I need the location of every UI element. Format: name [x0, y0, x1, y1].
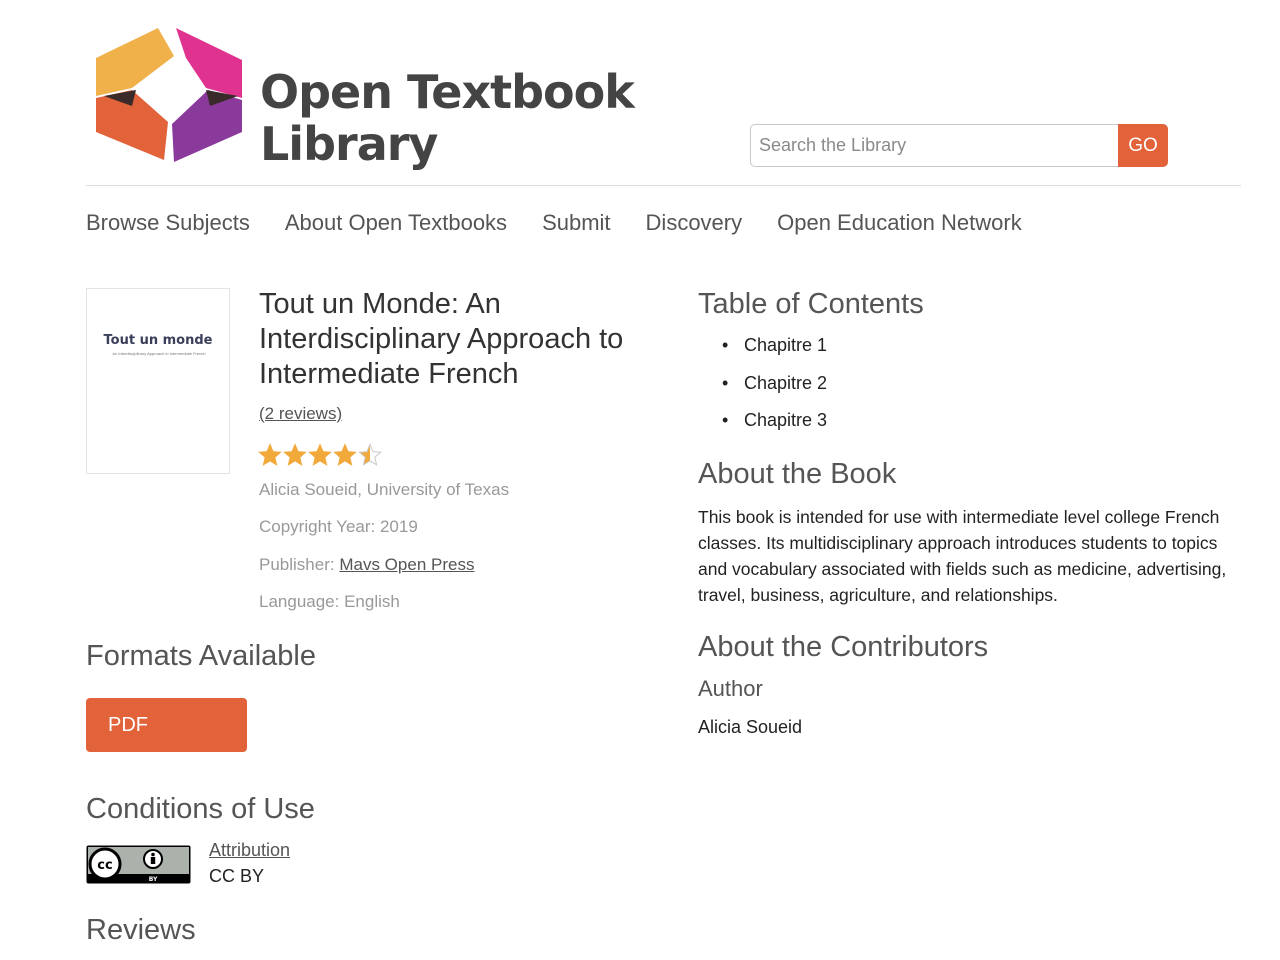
nav-submit[interactable]: Submit	[542, 210, 610, 236]
nav-browse-subjects[interactable]: Browse Subjects	[86, 210, 250, 236]
search-input[interactable]	[750, 124, 1118, 167]
logo-line-1: Open Textbook	[260, 65, 635, 119]
bullet-icon: •	[722, 335, 729, 355]
book-cover[interactable]: Tout un monde An Interdisciplinary Appro…	[86, 288, 230, 474]
toc-item[interactable]: • Chapitre 1	[722, 333, 828, 357]
site-logo-text[interactable]: Open Textbook Library	[260, 65, 635, 171]
copyright-year: Copyright Year: 2019	[259, 517, 418, 536]
book-title: Tout un Monde: An Interdisciplinary Appr…	[259, 288, 624, 390]
toc-item[interactable]: • Chapitre 2	[722, 371, 828, 395]
conditions-heading: Conditions of Use	[86, 793, 315, 825]
search-go-button[interactable]: GO	[1118, 124, 1168, 167]
nav-open-education-network[interactable]: Open Education Network	[777, 210, 1022, 236]
about-book-text: This book is intended for use with inter…	[698, 507, 1227, 605]
license-attribution-link[interactable]: Attribution	[209, 840, 290, 861]
reviews-heading: Reviews	[86, 914, 196, 946]
publisher-link[interactable]: Mavs Open Press	[339, 555, 474, 574]
cover-subtitle: An Interdisciplinary Approach to Interme…	[112, 351, 206, 356]
cover-title: Tout un monde	[103, 333, 213, 348]
star-half-icon	[358, 443, 382, 466]
pdf-download-button[interactable]: PDF	[86, 698, 247, 752]
contributor-role: Author	[698, 676, 763, 701]
formats-heading: Formats Available	[86, 640, 316, 672]
star-rating	[258, 443, 383, 467]
bullet-icon: •	[722, 410, 729, 430]
publisher: Publisher: Mavs Open Press	[259, 555, 474, 575]
svg-text:BY: BY	[149, 876, 158, 883]
search-bar: GO	[750, 124, 1168, 167]
toc-item[interactable]: • Chapitre 3	[722, 408, 828, 432]
star-full-icon	[308, 443, 332, 466]
toc-item-label: Chapitre 1	[744, 335, 828, 355]
nav-about-open-textbooks[interactable]: About Open Textbooks	[285, 210, 507, 236]
star-full-icon	[333, 443, 357, 466]
logo-line-2: Library	[260, 117, 438, 171]
main-nav: Browse Subjects About Open Textbooks Sub…	[86, 210, 1057, 236]
toc-item-label: Chapitre 2	[744, 372, 828, 393]
toc-item-label: Chapitre 3	[744, 410, 828, 430]
nav-discovery[interactable]: Discovery	[646, 210, 743, 236]
header-divider	[86, 185, 1241, 186]
license-name: CC BY	[209, 866, 265, 886]
cc-by-license-icon: cc BY	[86, 845, 191, 884]
star-full-icon	[258, 443, 282, 466]
open-textbook-library-logo-icon[interactable]	[96, 28, 246, 164]
bullet-icon: •	[722, 372, 729, 393]
toc-list: • Chapitre 1 • Chapitre 2 • Chapitre 3	[722, 333, 828, 446]
contributor-name: Alicia Soueid	[698, 717, 803, 737]
publisher-label: Publisher:	[259, 555, 335, 574]
svg-text:cc: cc	[97, 858, 112, 873]
contributors-heading: About the Contributors	[698, 631, 989, 663]
about-book-heading: About the Book	[698, 458, 897, 490]
toc-heading: Table of Contents	[698, 288, 924, 320]
star-full-icon	[283, 443, 307, 466]
reviews-count-link[interactable]: (2 reviews)	[259, 404, 342, 424]
author-affiliation: Alicia Soueid, University of Texas	[259, 480, 510, 499]
language: Language: English	[259, 592, 400, 611]
